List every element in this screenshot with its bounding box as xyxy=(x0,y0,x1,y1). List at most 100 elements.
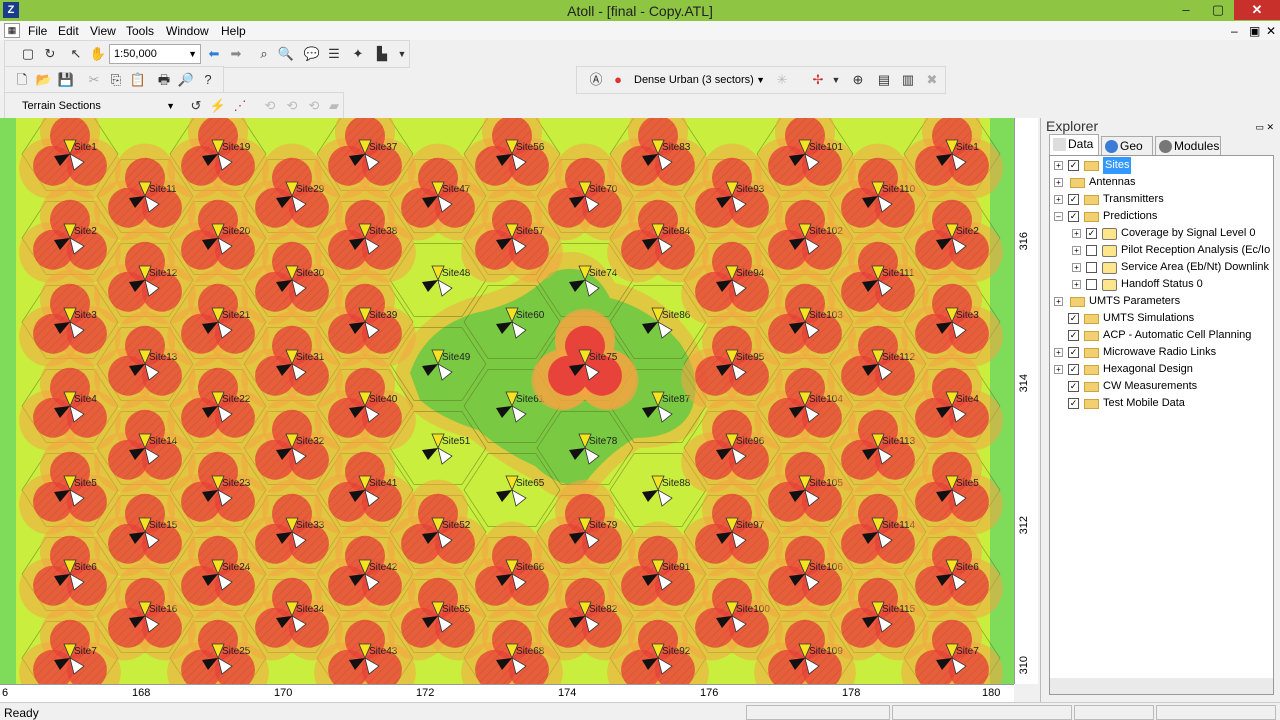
chevron-down-icon[interactable]: ▼ xyxy=(393,45,411,63)
zoom-icon[interactable]: 🔍 xyxy=(277,45,295,63)
tree-node[interactable]: + ✓ Coverage by Signal Level 0 xyxy=(1050,225,1273,242)
tab-modules[interactable]: Modules xyxy=(1155,136,1221,155)
forward-arrow-icon[interactable]: ➡ xyxy=(227,45,245,63)
route-icon[interactable]: ⚡ xyxy=(209,97,227,115)
expand-icon[interactable]: + xyxy=(1054,348,1063,357)
disabled-tool-3-icon[interactable]: ⟲ xyxy=(305,97,323,115)
explorer-tree[interactable]: + ✓ Sites + Antennas + ✓ Transmitters – ✓ Predicti… xyxy=(1049,155,1274,695)
stop-calc-icon[interactable]: ✖ xyxy=(923,71,941,89)
calc-grid-icon[interactable]: ▤ xyxy=(875,71,893,89)
points-icon[interactable]: ⋰ xyxy=(231,97,249,115)
visibility-checkbox[interactable]: ✓ xyxy=(1068,211,1079,222)
mdi-restore-button[interactable]: ▣ xyxy=(1249,24,1260,38)
tree-node[interactable]: ✓ Test Mobile Data xyxy=(1050,395,1273,412)
explorer-window-buttons[interactable]: ▭ ✕ xyxy=(1255,122,1274,133)
document-icon[interactable]: ▦ xyxy=(4,23,20,38)
help-icon[interactable]: ? xyxy=(199,71,217,89)
pan-hand-icon[interactable]: ✋ xyxy=(89,45,107,63)
tree-node[interactable]: ✓ ACP - Automatic Cell Planning xyxy=(1050,327,1273,344)
legend-icon[interactable]: ☰ xyxy=(325,45,343,63)
visibility-checkbox[interactable]: ✓ xyxy=(1068,364,1079,375)
visibility-checkbox[interactable]: ✓ xyxy=(1068,347,1079,358)
expand-icon[interactable]: + xyxy=(1054,365,1063,374)
visibility-checkbox[interactable]: ✓ xyxy=(1068,398,1079,409)
visibility-checkbox[interactable]: ✓ xyxy=(1068,313,1079,324)
network-icon[interactable]: ✢ xyxy=(809,71,827,89)
terrain-select[interactable]: Terrain Sections ▼ xyxy=(17,96,179,116)
expand-icon[interactable]: + xyxy=(1072,246,1081,255)
expand-icon[interactable]: + xyxy=(1054,178,1063,187)
save-icon[interactable]: 💾 xyxy=(57,71,75,89)
menu-edit[interactable]: Edit xyxy=(58,24,79,38)
site-tool-icon[interactable]: ✦ xyxy=(349,45,367,63)
menu-window[interactable]: Window xyxy=(166,24,209,38)
expand-icon[interactable]: + xyxy=(1054,161,1063,170)
select-icon[interactable]: ▢ xyxy=(19,45,37,63)
tab-geo[interactable]: Geo xyxy=(1101,136,1153,155)
tree-node[interactable]: ✓ CW Measurements xyxy=(1050,378,1273,395)
minimize-button[interactable]: – xyxy=(1172,0,1200,20)
rotate-icon[interactable]: ↺ xyxy=(187,97,205,115)
menu-file[interactable]: File xyxy=(28,24,47,38)
print-icon[interactable]: 🖶 xyxy=(155,71,173,89)
tree-node[interactable]: + ✓ Transmitters xyxy=(1050,191,1273,208)
antenna-icon[interactable]: Ⓐ xyxy=(587,71,605,89)
calc-all-icon[interactable]: ▥ xyxy=(899,71,917,89)
coverage-map[interactable]: Site1 Site2 Site3 Site4 Site5 Site6 Site7 Site1… xyxy=(0,118,1014,684)
tab-data[interactable]: Data xyxy=(1049,134,1099,155)
maximize-button[interactable]: ▢ xyxy=(1204,0,1232,20)
crosshair-icon[interactable]: ⊕ xyxy=(849,71,867,89)
expand-icon[interactable]: + xyxy=(1072,263,1081,272)
tree-node[interactable]: + ✓ Hexagonal Design xyxy=(1050,361,1273,378)
menu-help[interactable]: Help xyxy=(221,24,246,38)
expand-icon[interactable]: + xyxy=(1054,195,1063,204)
horizontal-scrollbar[interactable] xyxy=(1050,678,1273,694)
tree-node[interactable]: + ✓ Sites xyxy=(1050,157,1273,174)
comment-icon[interactable]: 💬 xyxy=(303,45,321,63)
print-preview-icon[interactable]: 🔎 xyxy=(177,71,195,89)
pointer-icon[interactable]: ↖ xyxy=(67,45,85,63)
hexagon-tool-icon[interactable]: ✳ xyxy=(773,71,791,89)
expand-icon[interactable]: + xyxy=(1054,297,1063,306)
refresh-icon[interactable]: ↻ xyxy=(41,45,59,63)
disabled-tool-2-icon[interactable]: ⟲ xyxy=(283,97,301,115)
tree-node[interactable]: + ✓ Microwave Radio Links xyxy=(1050,344,1273,361)
station-template-select[interactable]: Dense Urban (3 sectors) ▼ xyxy=(629,70,769,90)
station-template-icon[interactable]: ● xyxy=(609,71,627,89)
visibility-checkbox[interactable] xyxy=(1086,279,1097,290)
chevron-down-icon[interactable]: ▼ xyxy=(827,71,845,89)
visibility-checkbox[interactable]: ✓ xyxy=(1086,228,1097,239)
scale-select[interactable]: 1:50,000 ▼ xyxy=(109,44,201,64)
tree-node[interactable]: – ✓ Predictions xyxy=(1050,208,1273,225)
tree-node[interactable]: ✓ UMTS Simulations xyxy=(1050,310,1273,327)
visibility-checkbox[interactable]: ✓ xyxy=(1068,330,1079,341)
menu-view[interactable]: View xyxy=(90,24,116,38)
visibility-checkbox[interactable] xyxy=(1086,262,1097,273)
expand-icon[interactable]: + xyxy=(1072,229,1081,238)
back-arrow-icon[interactable]: ⬅ xyxy=(205,45,223,63)
tree-node[interactable]: + Handoff Status 0 xyxy=(1050,276,1273,293)
map-view[interactable]: Site1 Site2 Site3 Site4 Site5 Site6 Site7 Site1… xyxy=(0,118,1014,684)
menu-tools[interactable]: Tools xyxy=(126,24,154,38)
collapse-icon[interactable]: – xyxy=(1054,212,1063,221)
mdi-minimize-button[interactable]: – xyxy=(1231,24,1238,38)
chart-tool-icon[interactable]: ▙ xyxy=(373,45,391,63)
new-file-icon[interactable]: 🗋 xyxy=(13,71,31,89)
tree-node[interactable]: + UMTS Parameters xyxy=(1050,293,1273,310)
visibility-checkbox[interactable]: ✓ xyxy=(1068,160,1079,171)
visibility-checkbox[interactable] xyxy=(1086,245,1097,256)
copy-icon[interactable]: ⎘ xyxy=(107,71,125,89)
mdi-close-button[interactable]: ✕ xyxy=(1266,24,1276,38)
tree-node[interactable]: + Antennas xyxy=(1050,174,1273,191)
tree-node[interactable]: + Pilot Reception Analysis (Ec/Io xyxy=(1050,242,1273,259)
close-button[interactable]: ✕ xyxy=(1234,0,1280,20)
cut-icon[interactable]: ✂ xyxy=(85,71,103,89)
open-folder-icon[interactable]: 📂 xyxy=(35,71,53,89)
visibility-checkbox[interactable]: ✓ xyxy=(1068,381,1079,392)
disabled-tool-1-icon[interactable]: ⟲ xyxy=(261,97,279,115)
zoom-area-icon[interactable]: ⌕ xyxy=(255,45,273,63)
paste-icon[interactable]: 📋 xyxy=(129,71,147,89)
expand-icon[interactable]: + xyxy=(1072,280,1081,289)
disabled-tool-4-icon[interactable]: ▰ xyxy=(325,97,343,115)
tree-node[interactable]: + Service Area (Eb/Nt) Downlink xyxy=(1050,259,1273,276)
